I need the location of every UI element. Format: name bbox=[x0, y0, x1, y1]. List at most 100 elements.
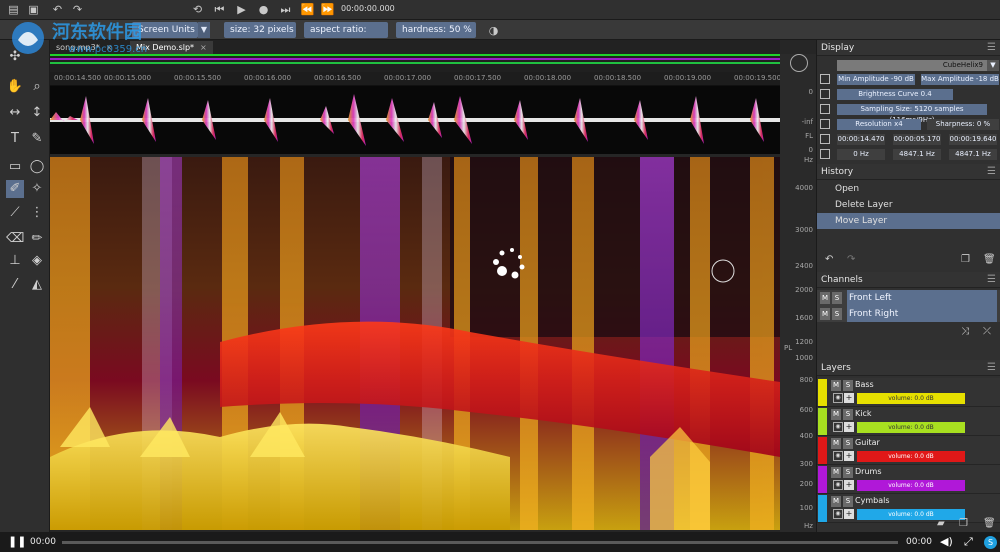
resolution-field[interactable]: Resolution x4 bbox=[837, 119, 921, 130]
layer-name[interactable]: Guitar bbox=[855, 438, 880, 447]
open-icon[interactable]: ▤ bbox=[6, 2, 21, 17]
volume-slider[interactable]: volume: 0.0 dB bbox=[857, 451, 965, 462]
max-amplitude-field[interactable]: Max Amplitude -18 dB bbox=[921, 74, 999, 85]
hz-length-field[interactable]: 4847.1 Hz bbox=[893, 149, 941, 160]
close-icon[interactable]: × bbox=[200, 41, 207, 54]
sampling-size-field[interactable]: Sampling Size: 5120 samples (116ms/9Hz) bbox=[837, 104, 987, 124]
volume-slider[interactable]: volume: 0.0 dB bbox=[857, 509, 965, 520]
skip-end-icon[interactable]: ⏭ bbox=[278, 2, 293, 17]
zoom-tool-icon[interactable]: ⌕ bbox=[28, 78, 46, 96]
volume-slider[interactable]: volume: 0.0 dB bbox=[857, 422, 965, 433]
close-icon[interactable]: ⤫ bbox=[983, 326, 991, 337]
waveform-view[interactable] bbox=[50, 86, 780, 154]
tab-song[interactable]: song.mp3* × bbox=[50, 41, 118, 54]
redo-icon[interactable]: ↷ bbox=[847, 254, 855, 265]
sharpness-field[interactable]: Sharpness: 0 % bbox=[927, 119, 999, 130]
layer-row[interactable]: M S Drums ◉ + volume: 0.0 dB bbox=[817, 465, 1000, 494]
eraser-icon[interactable]: ⌫ bbox=[6, 230, 24, 248]
layer-row[interactable]: M S Kick ◉ + volume: 0.0 dB bbox=[817, 407, 1000, 436]
dotted-select-icon[interactable]: ⋮ bbox=[28, 204, 46, 222]
smudge-icon[interactable]: ⁄ bbox=[6, 276, 24, 294]
clone-stamp-icon[interactable]: ⊥ bbox=[6, 252, 24, 270]
mute-button[interactable]: M bbox=[820, 308, 830, 320]
fullscreen-icon[interactable]: ⤢ bbox=[964, 535, 973, 549]
spectrogram-view[interactable] bbox=[50, 157, 780, 530]
add-icon[interactable]: + bbox=[844, 422, 854, 432]
pencil-icon[interactable]: ✏ bbox=[28, 230, 46, 248]
loop-icon[interactable]: ⟲ bbox=[190, 2, 205, 17]
solo-button[interactable]: S bbox=[832, 292, 842, 304]
chevron-down-icon[interactable]: ▼ bbox=[987, 60, 999, 71]
min-amplitude-field[interactable]: Min Amplitude -90 dB bbox=[837, 74, 915, 85]
eye-icon[interactable]: ◉ bbox=[833, 451, 843, 461]
eye-icon[interactable]: ◉ bbox=[833, 509, 843, 519]
frequency-select-icon[interactable]: ↕ bbox=[28, 104, 46, 122]
solo-button[interactable]: S bbox=[832, 308, 842, 320]
mute-button[interactable]: M bbox=[831, 467, 841, 478]
add-icon[interactable]: + bbox=[844, 480, 854, 490]
eye-icon[interactable]: ◉ bbox=[833, 480, 843, 490]
trash-icon[interactable]: 🗑 bbox=[983, 518, 996, 529]
history-item[interactable]: Move Layer bbox=[817, 213, 1000, 229]
layer-name[interactable]: Cymbals bbox=[855, 496, 889, 505]
duplicate-icon[interactable]: ❐ bbox=[961, 254, 970, 265]
add-icon[interactable]: + bbox=[844, 393, 854, 403]
navigator-icon[interactable] bbox=[790, 54, 808, 72]
rewind-icon[interactable]: ⏪ bbox=[300, 2, 315, 17]
split-icon[interactable]: ⤨ bbox=[961, 326, 969, 337]
new-folder-icon[interactable]: ▰ bbox=[937, 518, 945, 529]
line-tool-icon[interactable]: ⟋ bbox=[6, 204, 24, 222]
menu-icon[interactable]: ☰ bbox=[987, 164, 996, 180]
channel-name[interactable]: Front Right bbox=[847, 306, 997, 322]
record-icon[interactable]: ● bbox=[256, 2, 271, 17]
pause-icon[interactable]: ❚❚ bbox=[8, 535, 26, 549]
layer-name[interactable]: Bass bbox=[855, 380, 874, 389]
redo-icon[interactable]: ↷ bbox=[70, 2, 85, 17]
lasso-icon[interactable]: ◯ bbox=[28, 158, 46, 176]
new-layer-icon[interactable]: ❐ bbox=[959, 518, 968, 529]
brush-size-field[interactable]: size: 32 pixels bbox=[224, 22, 296, 38]
layer-row[interactable]: M S Cymbals ◉ + volume: 0.0 dB bbox=[817, 494, 1000, 523]
mute-button[interactable]: M bbox=[831, 496, 841, 507]
time-length-field[interactable]: 00:00:05.170 bbox=[893, 134, 941, 145]
volume-icon[interactable]: ◀) bbox=[940, 535, 953, 549]
add-icon[interactable]: + bbox=[844, 509, 854, 519]
text-tool-icon[interactable]: T bbox=[6, 130, 24, 148]
undo-icon[interactable]: ↶ bbox=[50, 2, 65, 17]
trash-icon[interactable]: 🗑 bbox=[983, 254, 996, 265]
tab-mix-demo[interactable]: Mix Demo.slp* × bbox=[130, 41, 213, 54]
menu-icon[interactable]: ☰ bbox=[987, 360, 996, 376]
hz-from-field[interactable]: 0 Hz bbox=[837, 149, 885, 160]
history-item[interactable]: Open bbox=[817, 181, 1000, 197]
brush-tool-icon[interactable]: ✐ bbox=[6, 180, 24, 198]
chevron-down-icon[interactable]: ▼ bbox=[198, 22, 210, 38]
save-icon[interactable]: ▣ bbox=[26, 2, 41, 17]
close-icon[interactable]: × bbox=[106, 41, 113, 54]
mute-button[interactable]: M bbox=[831, 409, 841, 420]
layer-name[interactable]: Kick bbox=[855, 409, 872, 418]
patch-icon[interactable]: ◈ bbox=[28, 252, 46, 270]
solo-button[interactable]: S bbox=[843, 380, 853, 391]
progress-bar[interactable] bbox=[62, 541, 898, 544]
volume-slider[interactable]: volume: 0.0 dB bbox=[857, 480, 965, 491]
skip-start-icon[interactable]: ⏮ bbox=[212, 2, 227, 17]
mute-button[interactable]: M bbox=[820, 292, 830, 304]
magic-wand-icon[interactable]: ✧ bbox=[28, 180, 46, 198]
add-icon[interactable]: + bbox=[844, 451, 854, 461]
undo-icon[interactable]: ↶ bbox=[825, 254, 833, 265]
hardness-field[interactable]: hardness: 50 % bbox=[396, 22, 476, 38]
mute-button[interactable]: M bbox=[831, 438, 841, 449]
time-from-field[interactable]: 00:00:14.470 bbox=[837, 134, 885, 145]
move-tool-icon[interactable]: ✣ bbox=[6, 48, 24, 66]
brightness-curve-field[interactable]: Brightness Curve 0.4 bbox=[837, 89, 953, 100]
colormap-select[interactable]: CubeHelix9 bbox=[837, 60, 987, 71]
history-item[interactable]: Delete Layer bbox=[817, 197, 1000, 213]
time-to-field[interactable]: 00:00:19.640 bbox=[949, 134, 997, 145]
eyedropper-icon[interactable]: ✎ bbox=[28, 130, 46, 148]
layer-row[interactable]: M S Guitar ◉ + volume: 0.0 dB bbox=[817, 436, 1000, 465]
aspect-ratio-field[interactable]: aspect ratio: 1.00 bbox=[304, 22, 388, 51]
menu-icon[interactable]: ☰ bbox=[987, 272, 996, 288]
eye-icon[interactable]: ◉ bbox=[833, 422, 843, 432]
mute-button[interactable]: M bbox=[831, 380, 841, 391]
rectangle-select-icon[interactable]: ▭ bbox=[6, 158, 24, 176]
